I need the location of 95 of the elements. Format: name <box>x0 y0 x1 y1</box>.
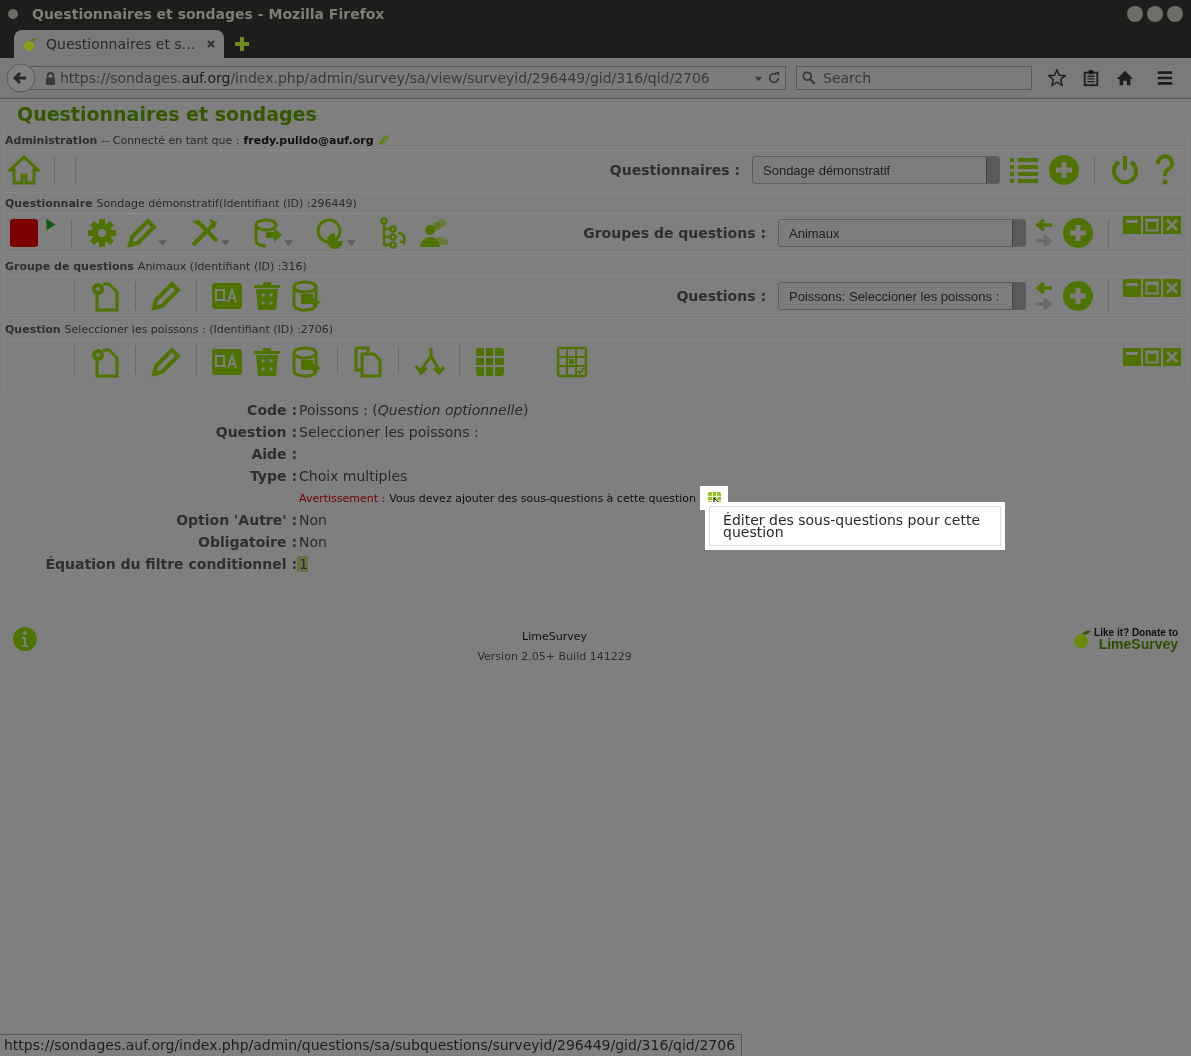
caret-icon[interactable] <box>221 240 230 246</box>
field-label: Option 'Autre' : <box>175 512 297 528</box>
gear-document-icon[interactable] <box>89 346 121 378</box>
close-icon[interactable] <box>1163 348 1181 366</box>
trash-icon[interactable] <box>251 280 283 312</box>
survey-select[interactable]: Sondage démonstratif <box>752 156 1000 184</box>
field-value: 1 <box>297 556 308 572</box>
branch-icon[interactable] <box>413 346 445 378</box>
maximize-icon[interactable] <box>1143 216 1161 234</box>
play-icon[interactable] <box>44 218 57 231</box>
add-icon[interactable] <box>1062 280 1094 312</box>
version-text: Version 2.05+ Build 141229 <box>477 650 632 663</box>
new-tab-icon[interactable] <box>234 36 250 52</box>
maximize-icon[interactable] <box>1143 348 1161 366</box>
close-window-button[interactable] <box>1167 6 1183 22</box>
donate-link[interactable]: Like it? Donate to LimeSurvey <box>1072 627 1178 651</box>
copy-icon[interactable] <box>352 346 384 378</box>
user-name: fredy.pulido@auf.org <box>243 133 374 147</box>
question-select[interactable]: Poissons: Seleccioner les poissons : <box>778 282 1026 310</box>
pencil-icon[interactable] <box>126 217 158 249</box>
search-icon <box>802 71 816 85</box>
add-icon[interactable] <box>1062 217 1094 249</box>
page-title: Questionnaires et sondages <box>16 102 318 127</box>
minimize-icon[interactable] <box>1123 279 1141 297</box>
group-select-label: Groupes de questions : <box>583 225 766 241</box>
stop-icon[interactable] <box>8 217 40 249</box>
add-icon[interactable] <box>1048 154 1080 186</box>
field-value: Non <box>298 534 327 550</box>
trash-icon[interactable] <box>251 346 283 378</box>
group-label: Groupe de questions <box>5 259 134 273</box>
minimize-icon[interactable] <box>1123 348 1141 366</box>
field-label: Type : <box>249 468 297 484</box>
survey-label: Questionnaire <box>5 196 93 210</box>
question-label: Question <box>5 322 61 336</box>
gear-document-icon[interactable] <box>89 280 121 312</box>
lock-icon <box>45 71 56 85</box>
lime-icon <box>22 36 38 52</box>
home-icon[interactable] <box>1116 69 1134 87</box>
pencil-icon[interactable] <box>150 346 182 378</box>
admin-label: Administration <box>5 133 98 147</box>
minimize-icon[interactable] <box>1123 216 1141 234</box>
reading-list-icon[interactable] <box>1082 69 1100 87</box>
field-label: Question : <box>214 424 297 440</box>
qa-icon[interactable] <box>211 346 243 378</box>
status-url: https://sondages.auf.org/index.php/admin/questions/sa/subquestions/surveyid/296449/gid/316/qid/2706 <box>0 1034 743 1056</box>
group-info: Animaux (Identifiant (ID) :316) <box>137 259 307 273</box>
pencil-icon[interactable] <box>150 280 182 312</box>
arrows-icon[interactable] <box>1034 280 1054 312</box>
maximize-window-button[interactable] <box>1147 6 1163 22</box>
field-label: Obligatoire : <box>197 534 297 550</box>
reload-icon[interactable] <box>767 71 781 85</box>
qa-icon[interactable] <box>211 280 243 312</box>
field-label: Aide : <box>250 446 297 462</box>
warning-text: Vous devez ajouter des sous-questions à cette question <box>389 491 697 505</box>
field-value: Non <box>298 512 327 528</box>
close-icon[interactable] <box>1163 216 1181 234</box>
login-text: -- Connecté en tant que : <box>101 133 240 147</box>
field-label: Code : <box>246 402 297 418</box>
survey-select-label: Questionnaires : <box>609 162 740 178</box>
field-value: Choix multiples <box>298 468 408 484</box>
maximize-icon[interactable] <box>1143 279 1161 297</box>
info-icon[interactable] <box>13 627 37 651</box>
tools-icon[interactable] <box>189 217 221 249</box>
minimize-window-button[interactable] <box>1127 6 1143 22</box>
people-icon[interactable] <box>418 217 450 249</box>
caret-icon[interactable] <box>158 240 167 246</box>
menu-icon[interactable] <box>1156 69 1174 87</box>
close-tab-icon[interactable] <box>206 39 216 49</box>
database-icon[interactable] <box>291 280 323 312</box>
search-field[interactable]: Search <box>796 66 1032 90</box>
field-label: Équation du filtre conditionnel : <box>44 556 297 572</box>
bookmark-star-icon[interactable] <box>1048 69 1066 87</box>
survey-info: Sondage démonstratif(Identifiant (ID) :296449) <box>96 196 357 210</box>
warning-label: Avertissement : <box>299 491 386 505</box>
field-value: Seleccioner les poissons : <box>298 424 479 440</box>
arrows-icon[interactable] <box>1034 217 1054 249</box>
question-info: Seleccioner les poissons : (Identifiant (ID) :2706) <box>64 322 334 336</box>
back-button[interactable] <box>6 63 36 93</box>
window-menu-icon[interactable] <box>8 9 18 19</box>
pencil-icon[interactable] <box>377 134 389 146</box>
power-icon[interactable] <box>1109 154 1141 186</box>
window-title: Questionnaires et sondages - Mozilla Firefox <box>32 6 386 22</box>
lime-icon <box>1072 629 1093 649</box>
footer-product-name: LimeSurvey <box>522 630 587 643</box>
caret-icon[interactable] <box>347 240 356 246</box>
gear-icon[interactable] <box>86 217 118 249</box>
export-icon[interactable] <box>252 217 284 249</box>
question-select-label: Questions : <box>676 288 766 304</box>
group-select[interactable]: Animaux <box>778 219 1026 247</box>
grid-check-icon[interactable] <box>556 346 588 378</box>
close-icon[interactable] <box>1163 279 1181 297</box>
browser-tab[interactable]: Questionnaires et s… <box>14 30 224 58</box>
database-icon[interactable] <box>291 346 323 378</box>
caret-icon[interactable] <box>284 240 293 246</box>
field-value: Poissons : (Question optionnelle) <box>298 402 529 418</box>
